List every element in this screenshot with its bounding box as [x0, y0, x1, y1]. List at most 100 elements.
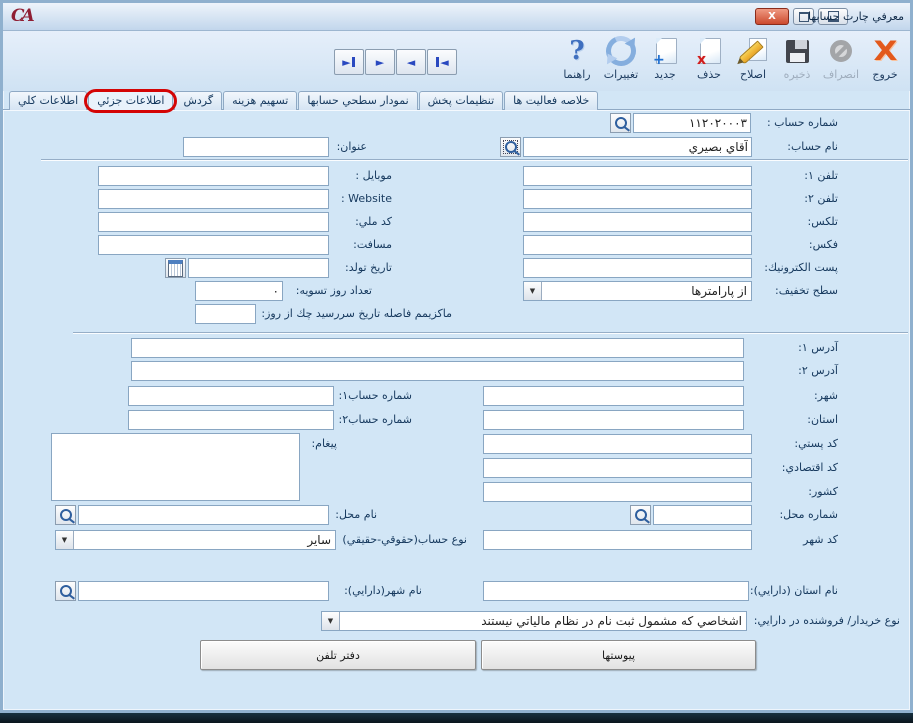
calendar-icon	[168, 260, 183, 277]
search-icon	[60, 585, 72, 597]
place-name-label: نام محل:	[335, 508, 377, 521]
window-title: معرفي چارت حسابها	[808, 10, 904, 23]
account-name-search-button[interactable]	[500, 137, 521, 157]
tab-cost-allocation[interactable]: تسهيم هزينه	[223, 91, 297, 110]
titlebar: CA X معرفي چارت حسابها	[3, 3, 910, 31]
record-navigator: ► ► ◄ ◄	[334, 49, 457, 75]
account-no-search-button[interactable]	[610, 113, 631, 133]
tax-province-input[interactable]	[483, 581, 749, 601]
address2-input[interactable]	[131, 361, 744, 381]
mobile-label: موبايل :	[355, 169, 392, 182]
account-no-input[interactable]	[633, 113, 751, 133]
city-code-input[interactable]	[483, 530, 752, 550]
tab-general-info[interactable]: اطلاعات كلي	[9, 91, 87, 110]
toolbar-edit-button[interactable]: اصلاح	[732, 34, 774, 88]
economic-code-label: كد اقتصادي:	[782, 461, 838, 474]
fax-input[interactable]	[523, 235, 752, 255]
tax-province-label: نام استان (دارايي):	[750, 584, 838, 597]
economic-code-input[interactable]	[483, 458, 752, 478]
tab-turnover[interactable]: گردش	[174, 91, 222, 110]
mobile-input[interactable]	[98, 166, 329, 186]
toolbar-new-button[interactable]: + جديد	[644, 34, 686, 88]
app-logo: CA	[11, 6, 32, 26]
place-no-input[interactable]	[653, 505, 752, 525]
postal-code-label: كد پستي:	[794, 437, 838, 450]
phonebook-button[interactable]: دفتر تلفن	[200, 640, 476, 670]
toolbar-exit-button[interactable]: X خروج	[864, 34, 906, 88]
province-label: استان:	[807, 413, 838, 426]
close-button[interactable]: X	[755, 8, 789, 25]
discount-level-select[interactable]: ▼ از پارامترها	[523, 281, 752, 301]
telex-input[interactable]	[523, 212, 752, 232]
postal-code-input[interactable]	[483, 434, 752, 454]
telex-label: تلكس:	[807, 215, 838, 228]
tab-distribution-settings[interactable]: تنظيمات پخش	[419, 91, 503, 110]
floppy-disk-icon	[786, 40, 809, 63]
app-window: CA X معرفي چارت حسابها X خروج انصراف ذخي…	[0, 0, 913, 713]
birth-date-label: تاريخ تولد:	[345, 261, 392, 274]
bank-account2-input[interactable]	[128, 410, 334, 430]
toolbar-help-button[interactable]: ? راهنما	[556, 34, 598, 88]
arrow-right-icon: ►	[376, 56, 384, 69]
search-icon	[505, 141, 517, 153]
email-label: پست الكترونيك:	[764, 261, 838, 274]
tax-city-search-button[interactable]	[55, 581, 76, 601]
account-name-label: نام حساب:	[787, 140, 838, 153]
nav-forward-end-button[interactable]: ►	[334, 49, 364, 75]
tab-detail-info[interactable]: اطلاعات جزئي	[88, 91, 173, 110]
account-name-input[interactable]	[523, 137, 752, 157]
distance-label: مسافت:	[353, 238, 392, 251]
max-due-gap-input[interactable]	[195, 304, 256, 324]
tab-account-level-chart[interactable]: نمودار سطحي حسابها	[298, 91, 417, 110]
birth-date-input[interactable]	[188, 258, 329, 278]
nav-forward-button[interactable]: ►	[365, 49, 395, 75]
address1-label: آدرس ۱:	[798, 341, 838, 354]
attachments-button[interactable]: پيوستها	[481, 640, 756, 670]
place-no-label: شماره محل:	[779, 508, 838, 521]
phone2-input[interactable]	[523, 189, 752, 209]
message-textarea[interactable]	[51, 433, 300, 501]
address1-input[interactable]	[131, 338, 744, 358]
settlement-days-input[interactable]	[195, 281, 283, 301]
phone1-input[interactable]	[523, 166, 752, 186]
national-code-input[interactable]	[98, 212, 329, 232]
toolbar-cancel-button[interactable]: انصراف	[820, 34, 862, 88]
settlement-days-label: تعداد روز تسويه:	[296, 284, 372, 297]
exit-x-icon: X	[873, 38, 897, 65]
tab-activity-summary[interactable]: خلاصه فعاليت ها	[504, 91, 598, 110]
bank-account1-input[interactable]	[128, 386, 334, 406]
tax-city-input[interactable]	[78, 581, 329, 601]
page-plus-icon: +	[653, 38, 677, 65]
message-label: پيغام:	[311, 437, 337, 450]
screen: CA X معرفي چارت حسابها X خروج انصراف ذخي…	[0, 0, 913, 723]
place-name-search-button[interactable]	[55, 505, 76, 525]
distance-input[interactable]	[98, 235, 329, 255]
nav-back-end-button[interactable]: ◄	[427, 49, 457, 75]
toolbar-delete-button[interactable]: x حذف	[688, 34, 730, 88]
chevron-down-icon: ▼	[322, 612, 340, 630]
tabstrip: اطلاعات كلي اطلاعات جزئي گردش تسهيم هزين…	[3, 91, 910, 110]
window-bottom-shadow	[0, 713, 913, 723]
toolbar-save-button[interactable]: ذخيره	[776, 34, 818, 88]
place-no-search-button[interactable]	[630, 505, 651, 525]
website-label: Website :	[341, 192, 392, 205]
place-name-input[interactable]	[78, 505, 329, 525]
country-label: كشور:	[808, 485, 838, 498]
birth-date-calendar-button[interactable]	[165, 258, 186, 278]
email-input[interactable]	[523, 258, 752, 278]
chevron-down-icon: ▼	[56, 531, 74, 549]
website-input[interactable]	[98, 189, 329, 209]
toolbar-changes-button[interactable]: تغييرات	[600, 34, 642, 88]
close-icon: X	[768, 11, 776, 22]
title-input[interactable]	[183, 137, 329, 157]
province-input[interactable]	[483, 410, 744, 430]
city-input[interactable]	[483, 386, 744, 406]
bank-account1-label: شماره حساب۱:	[339, 389, 412, 402]
fax-label: فكس:	[809, 238, 838, 251]
buyer-type-select[interactable]: ▼ اشخاصي كه مشمول ثبت نام در نظام ماليات…	[321, 611, 747, 631]
account-type-label: نوع حساب(حقوقي-حقيقي)	[342, 533, 467, 546]
country-input[interactable]	[483, 482, 752, 502]
search-icon	[60, 509, 72, 521]
nav-back-button[interactable]: ◄	[396, 49, 426, 75]
account-type-select[interactable]: ▼ ساير	[55, 530, 336, 550]
